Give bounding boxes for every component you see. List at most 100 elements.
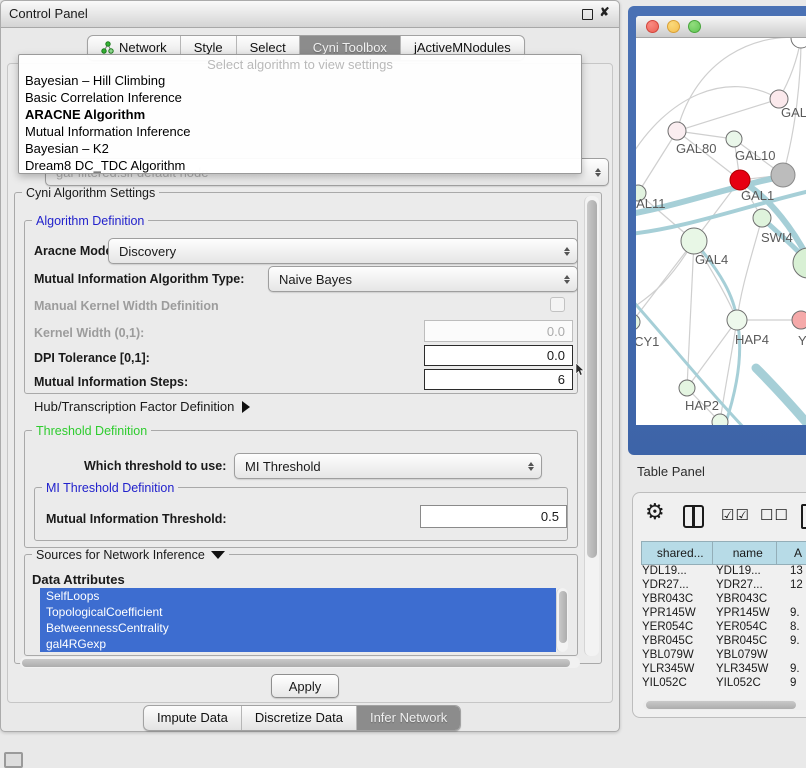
mac-close-button[interactable] [646, 20, 659, 33]
dpi-tolerance-label: DPI Tolerance [0,1]: [34, 351, 150, 365]
mi-threshold-field[interactable]: 0.5 [420, 505, 567, 528]
table-body: YDL19...YDL19...13 YDR27...YDR27...12 YB… [641, 564, 806, 712]
settings-horizontal-scrollbar[interactable] [20, 657, 580, 668]
sources-expander[interactable]: Sources for Network Inference [32, 548, 229, 562]
table-row[interactable]: YBL079WYBL079W [641, 648, 806, 662]
dpi-tolerance-field[interactable]: 0.0 [424, 345, 573, 366]
tab-discretize-data[interactable]: Discretize Data [242, 706, 357, 730]
split-columns-icon[interactable] [683, 505, 704, 528]
attribute-item-selected[interactable]: SelfLoops [40, 588, 556, 604]
node-hap4[interactable] [727, 310, 747, 330]
manual-kernel-label: Manual Kernel Width Definition [34, 299, 219, 313]
corner-button-partial[interactable] [4, 752, 23, 768]
desktop: { "window": { "title": "Control Panel" }… [0, 0, 806, 762]
attribute-item-selected[interactable]: BetweennessCentrality [40, 620, 556, 636]
kernel-width-field[interactable]: 0.0 [424, 320, 573, 342]
mac-zoom-button[interactable] [688, 20, 701, 33]
apply-button[interactable]: Apply [271, 674, 339, 698]
table-hscrollbar-thumb[interactable] [646, 701, 796, 709]
aracne-mode-label: Aracne Mode: [34, 244, 117, 258]
table-row[interactable]: YLR345WYLR345W9. [641, 662, 806, 676]
node-label-gal10: GAL10 [735, 148, 775, 163]
column-header-shared-name[interactable]: shared... [642, 542, 713, 565]
node-gal80[interactable] [668, 122, 686, 140]
algorithm-option[interactable]: Dream8 DC_TDC Algorithm [19, 157, 581, 174]
attribute-item-selected[interactable]: gal4RGexp [40, 636, 556, 652]
table-horizontal-scrollbar[interactable] [643, 700, 806, 710]
cell: YBL079W [715, 648, 789, 662]
node-label-hap4: HAP4 [735, 332, 769, 347]
algorithm-option[interactable]: Bayesian – Hill Climbing [19, 72, 581, 89]
cell: 12 [789, 578, 806, 592]
mi-steps-field[interactable]: 6 [424, 369, 573, 390]
attribute-item-selected[interactable]: TopologicalCoefficient [40, 604, 556, 620]
table-row[interactable]: YPR145WYPR145W9. [641, 606, 806, 620]
manual-kernel-checkbox[interactable] [550, 297, 565, 312]
node-gal1[interactable] [753, 209, 771, 227]
which-threshold-combobox[interactable]: MI Threshold [234, 453, 542, 479]
table-row[interactable]: YDL19...YDL19...13 [641, 564, 806, 578]
table-row[interactable]: YBR043CYBR043C [641, 592, 806, 606]
node-gcy1[interactable] [636, 314, 640, 330]
node[interactable] [712, 414, 728, 425]
combo-spinner-icon [564, 275, 570, 284]
table-row[interactable]: YBR045CYBR045C9. [641, 634, 806, 648]
cell: YER054C [715, 620, 789, 634]
node-pink[interactable] [792, 311, 806, 329]
aracne-mode-combobox[interactable]: Discovery [108, 238, 578, 264]
mac-minimize-button[interactable] [667, 20, 680, 33]
tab-infer-network[interactable]: Infer Network [357, 706, 460, 730]
tab-style-label: Style [194, 40, 223, 55]
cell: YLR345W [641, 662, 715, 676]
cell: 8. [789, 620, 806, 634]
tab-impute-data[interactable]: Impute Data [144, 706, 242, 730]
tab-discretize-data-label: Discretize Data [255, 710, 343, 725]
cell: YBR045C [715, 634, 789, 648]
gear-icon[interactable]: ⚙ [645, 499, 665, 525]
data-attributes-list: SelfLoops TopologicalCoefficient Between… [40, 588, 556, 652]
algorithm-option[interactable]: Bayesian – K2 [19, 140, 581, 157]
algorithm-option[interactable]: Mutual Information Inference [19, 123, 581, 140]
attributes-list-scrollbar[interactable] [556, 588, 568, 652]
node[interactable] [791, 38, 806, 48]
column-header-name[interactable]: name [712, 542, 776, 565]
cyni-mode-tabs: Impute Data Discretize Data Infer Networ… [143, 705, 461, 731]
mi-type-combobox[interactable]: Naive Bayes [268, 266, 578, 292]
node-label-gal80: GAL80 [676, 141, 716, 156]
algorithm-option[interactable]: Basic Correlation Inference [19, 89, 581, 106]
node-gal4[interactable] [681, 228, 707, 254]
tab-jactivemnodules-label: jActiveMNodules [414, 40, 511, 55]
cyni-algorithm-settings-title: Cyni Algorithm Settings [22, 186, 159, 200]
close-icon[interactable]: ✘ [598, 6, 611, 19]
node-red[interactable] [730, 170, 750, 190]
cell: YLR345W [715, 662, 789, 676]
mi-type-label: Mutual Information Algorithm Type: [34, 272, 244, 286]
node-label-gal11: GAL11 [636, 196, 666, 211]
document-icon-partial[interactable] [801, 504, 806, 529]
table-row[interactable]: YDR27...YDR27...12 [641, 578, 806, 592]
node-gray[interactable] [771, 163, 795, 187]
float-window-icon[interactable] [582, 9, 593, 20]
select-all-checkboxes-icon[interactable]: ☑☑ [721, 506, 750, 524]
node-label-gcy1: GCY1 [636, 334, 659, 349]
cell: YPR145W [641, 606, 715, 620]
column-header-partial[interactable]: A [776, 542, 806, 565]
node-hap2[interactable] [679, 380, 695, 396]
network-view-frame[interactable]: GAL GAL80 GAL10 GAL1 GAL11 SWI4 GAL4 GCY… [628, 6, 806, 455]
table-row[interactable]: YIL052CYIL052C9 [641, 676, 806, 690]
attributes-scrollbar-thumb[interactable] [559, 591, 567, 643]
algorithm-option-selected[interactable]: ARACNE Algorithm [19, 106, 581, 123]
node-gal10[interactable] [726, 131, 742, 147]
network-icon [101, 41, 114, 54]
deselect-all-checkboxes-icon[interactable]: ☐☐ [760, 506, 789, 524]
settings-scrollbar-thumb[interactable] [587, 200, 597, 558]
node-label-y-cut: Y [798, 333, 806, 348]
settings-vertical-scrollbar[interactable] [584, 196, 599, 656]
table-row[interactable]: YER054CYER054C8. [641, 620, 806, 634]
hub-definition-expander[interactable]: Hub/Transcription Factor Definition [34, 399, 250, 414]
settings-hscrollbar-thumb[interactable] [22, 659, 570, 667]
combo-spinner-icon [564, 247, 570, 256]
node[interactable] [793, 248, 806, 278]
network-canvas[interactable]: GAL GAL80 GAL10 GAL1 GAL11 SWI4 GAL4 GCY… [636, 38, 806, 425]
cell: YDL19... [641, 564, 715, 578]
